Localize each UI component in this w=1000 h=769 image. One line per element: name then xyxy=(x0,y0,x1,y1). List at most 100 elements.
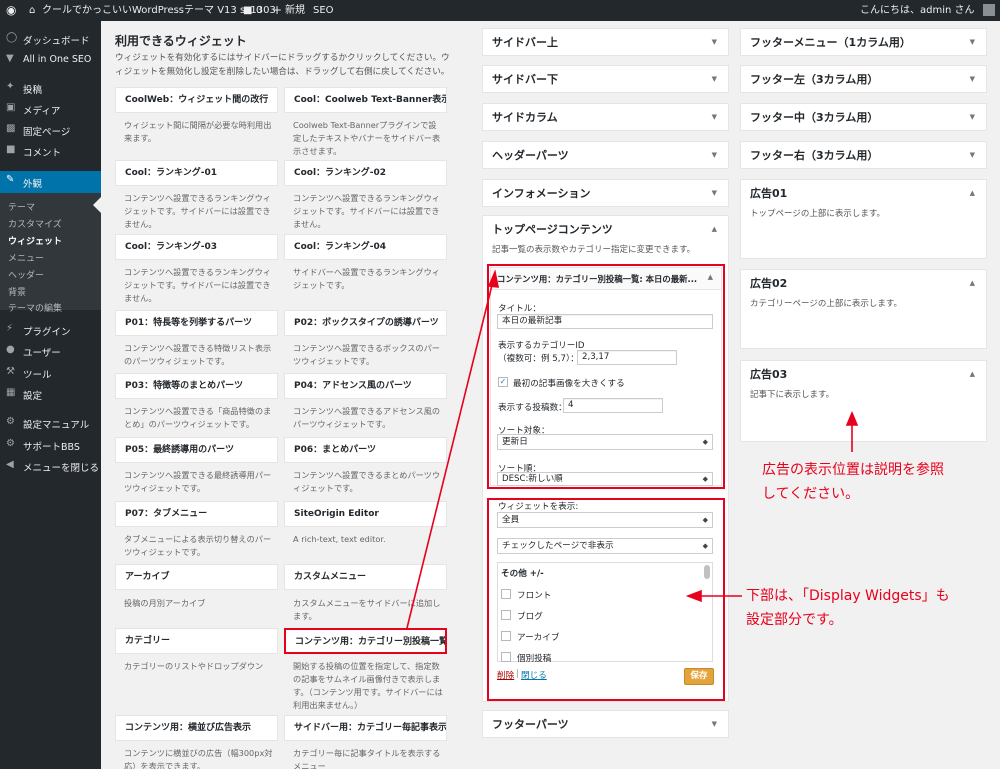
close-link[interactable]: 閉じる xyxy=(521,669,547,681)
media-icon: ▣ xyxy=(6,102,16,113)
checklist-scrollbar[interactable] xyxy=(704,565,710,579)
widget-titlebar[interactable]: コンテンツ用：カテゴリー別投稿一覧: 本日の最新... ▲ xyxy=(491,268,721,290)
collapse-arrow-icon[interactable]: ▲ xyxy=(970,361,975,387)
page-checkbox[interactable] xyxy=(501,631,511,641)
page-checkbox[interactable] xyxy=(501,652,511,662)
submenu-background[interactable]: 背景 xyxy=(0,282,101,299)
widget-area-information[interactable]: インフォメーション ▼ xyxy=(482,179,729,207)
dashboard-icon: ◯ xyxy=(6,32,18,43)
widget-area-footer-parts[interactable]: フッターパーツ ▼ xyxy=(482,710,729,738)
user-greeting[interactable]: こんにちは、admin さん xyxy=(860,0,975,21)
big-image-checkbox[interactable]: ✓ xyxy=(498,377,508,387)
widget-item[interactable]: P04：アドセンス風のパーツ xyxy=(284,373,447,399)
submenu-header[interactable]: ヘッダー xyxy=(0,265,101,282)
submenu-theme-editor[interactable]: テーマの編集 xyxy=(0,298,101,315)
expand-arrow-icon[interactable]: ▼ xyxy=(712,711,717,737)
expand-arrow-icon[interactable]: ▼ xyxy=(712,66,717,92)
submenu-customize[interactable]: カスタマイズ xyxy=(0,214,101,231)
widget-item[interactable]: P01：特長等を列挙するパーツ xyxy=(115,310,278,336)
expand-arrow-icon[interactable]: ▼ xyxy=(970,142,975,168)
expand-arrow-icon[interactable]: ▼ xyxy=(970,104,975,130)
area-title: サイドバー下 xyxy=(492,73,558,86)
widget-item[interactable]: Cool：Coolweb Text-Banner表示 xyxy=(284,87,447,113)
menu-manual[interactable]: ⚙ 設定マニュアル xyxy=(0,413,101,433)
widget-area-footer-left[interactable]: フッター左（3カラム用） ▼ xyxy=(740,65,987,93)
widget-item[interactable]: コンテンツ用：横並び広告表示 xyxy=(115,715,278,741)
menu-support[interactable]: ⚙ サポートBBS xyxy=(0,435,101,455)
menu-posts[interactable]: ✦ 投稿 xyxy=(0,78,101,98)
submenu-widgets[interactable]: ウィジェット xyxy=(0,231,101,248)
others-toggle[interactable]: その他 +/- xyxy=(501,567,544,579)
comments-count[interactable]: 0 xyxy=(256,0,262,21)
site-title-link[interactable]: クールでかっこいいWordPressテーマ V13 ss1303 xyxy=(42,0,276,21)
menu-dashboard[interactable]: ◯ ダッシュボード xyxy=(0,29,101,49)
widget-item[interactable]: サイドバー用：カテゴリー毎記事表示 xyxy=(284,715,447,741)
widget-area-footer-menu[interactable]: フッターメニュー（1カラム用） ▼ xyxy=(740,28,987,56)
collapse-arrow-icon[interactable]: ▲ xyxy=(712,216,717,242)
plus-icon[interactable]: + xyxy=(272,0,282,21)
home-icon[interactable]: ⌂ xyxy=(29,0,35,21)
submenu-themes[interactable]: テーマ xyxy=(0,197,101,214)
post-count-input[interactable]: 4 xyxy=(563,398,663,413)
page-checkbox[interactable] xyxy=(501,610,511,620)
widget-item[interactable]: P06：まとめパーツ xyxy=(284,437,447,463)
area-description: 記事一覧の表示数やカテゴリー指定に変更できます。 xyxy=(492,245,696,255)
menu-label: 投稿 xyxy=(23,85,43,96)
menu-tools[interactable]: ⚒ ツール xyxy=(0,363,101,383)
widget-area-footer-right[interactable]: フッター右（3カラム用） ▼ xyxy=(740,141,987,169)
submenu-menus[interactable]: メニュー xyxy=(0,248,101,265)
widget-area-side-column[interactable]: サイドカラム ▼ xyxy=(482,103,729,131)
widget-item[interactable]: CoolWeb：ウィジェット間の改行 xyxy=(115,87,278,113)
collapse-arrow-icon[interactable]: ▲ xyxy=(970,270,975,296)
widget-item[interactable]: P02：ボックスタイプの誘導パーツ xyxy=(284,310,447,336)
menu-comments[interactable]: ■ コメント xyxy=(0,141,101,161)
collapse-arrow-icon[interactable]: ▲ xyxy=(708,273,713,281)
expand-arrow-icon[interactable]: ▼ xyxy=(712,180,717,206)
menu-users[interactable]: ● ユーザー xyxy=(0,341,101,361)
expand-arrow-icon[interactable]: ▼ xyxy=(712,29,717,55)
sort-target-select[interactable]: 更新日 ◆ xyxy=(497,434,713,450)
show-widget-select[interactable]: 全員 ◆ xyxy=(497,512,713,528)
expand-arrow-icon[interactable]: ▼ xyxy=(970,29,975,55)
menu-media[interactable]: ▣ メディア xyxy=(0,99,101,119)
widget-item-highlighted[interactable]: コンテンツ用：カテゴリー別投稿一覧 xyxy=(284,628,447,654)
save-button[interactable]: 保存 xyxy=(684,668,714,685)
widget-item[interactable]: カテゴリー xyxy=(115,628,278,654)
widget-item[interactable]: P03：特徴等のまとめパーツ xyxy=(115,373,278,399)
menu-plugins[interactable]: ⚡ プラグイン xyxy=(0,320,101,340)
widget-item[interactable]: SiteOrigin Editor xyxy=(284,501,447,527)
menu-settings[interactable]: ▦ 設定 xyxy=(0,384,101,404)
wordpress-logo-icon[interactable]: ◉ xyxy=(6,0,16,21)
comment-bubble-icon[interactable]: ■ xyxy=(243,0,252,21)
delete-link[interactable]: 削除 xyxy=(497,669,514,681)
widget-area-sidebar-top[interactable]: サイドバー上 ▼ xyxy=(482,28,729,56)
collapse-arrow-icon[interactable]: ▲ xyxy=(970,180,975,206)
widget-area-footer-center[interactable]: フッター中（3カラム用） ▼ xyxy=(740,103,987,131)
widget-item[interactable]: カスタムメニュー xyxy=(284,564,447,590)
menu-aioseo[interactable]: ▼ All in One SEO xyxy=(0,50,101,70)
avatar[interactable] xyxy=(983,4,995,16)
sort-order-select[interactable]: DESC:新しい順 ◆ xyxy=(497,472,713,486)
widget-item[interactable]: Cool：ランキング-03 xyxy=(115,234,278,260)
widget-area-header-parts[interactable]: ヘッダーパーツ ▼ xyxy=(482,141,729,169)
widget-item[interactable]: Cool：ランキング-02 xyxy=(284,160,447,186)
menu-collapse[interactable]: ◀ メニューを閉じる xyxy=(0,456,101,476)
menu-appearance[interactable]: ✎ 外観 xyxy=(0,171,101,193)
page-checkbox[interactable] xyxy=(501,589,511,599)
category-id-input[interactable]: 2,3,17 xyxy=(577,350,677,365)
widget-area-sidebar-bottom[interactable]: サイドバー下 ▼ xyxy=(482,65,729,93)
widget-item[interactable]: アーカイブ xyxy=(115,564,278,590)
hide-pages-select[interactable]: チェックしたページで非表示 ◆ xyxy=(497,538,713,554)
submenu-label: ウィジェット xyxy=(8,237,63,247)
widget-item[interactable]: P05：最終誘導用のパーツ xyxy=(115,437,278,463)
widget-item[interactable]: Cool：ランキング-04 xyxy=(284,234,447,260)
expand-arrow-icon[interactable]: ▼ xyxy=(970,66,975,92)
expand-arrow-icon[interactable]: ▼ xyxy=(712,104,717,130)
widget-item[interactable]: Cool：ランキング-01 xyxy=(115,160,278,186)
seo-link[interactable]: SEO xyxy=(313,0,334,21)
menu-pages[interactable]: ▩ 固定ページ xyxy=(0,120,101,140)
new-link[interactable]: 新規 xyxy=(285,0,305,21)
title-input[interactable]: 本日の最新記事 xyxy=(497,314,713,329)
widget-item[interactable]: P07：タブメニュー xyxy=(115,501,278,527)
expand-arrow-icon[interactable]: ▼ xyxy=(712,142,717,168)
